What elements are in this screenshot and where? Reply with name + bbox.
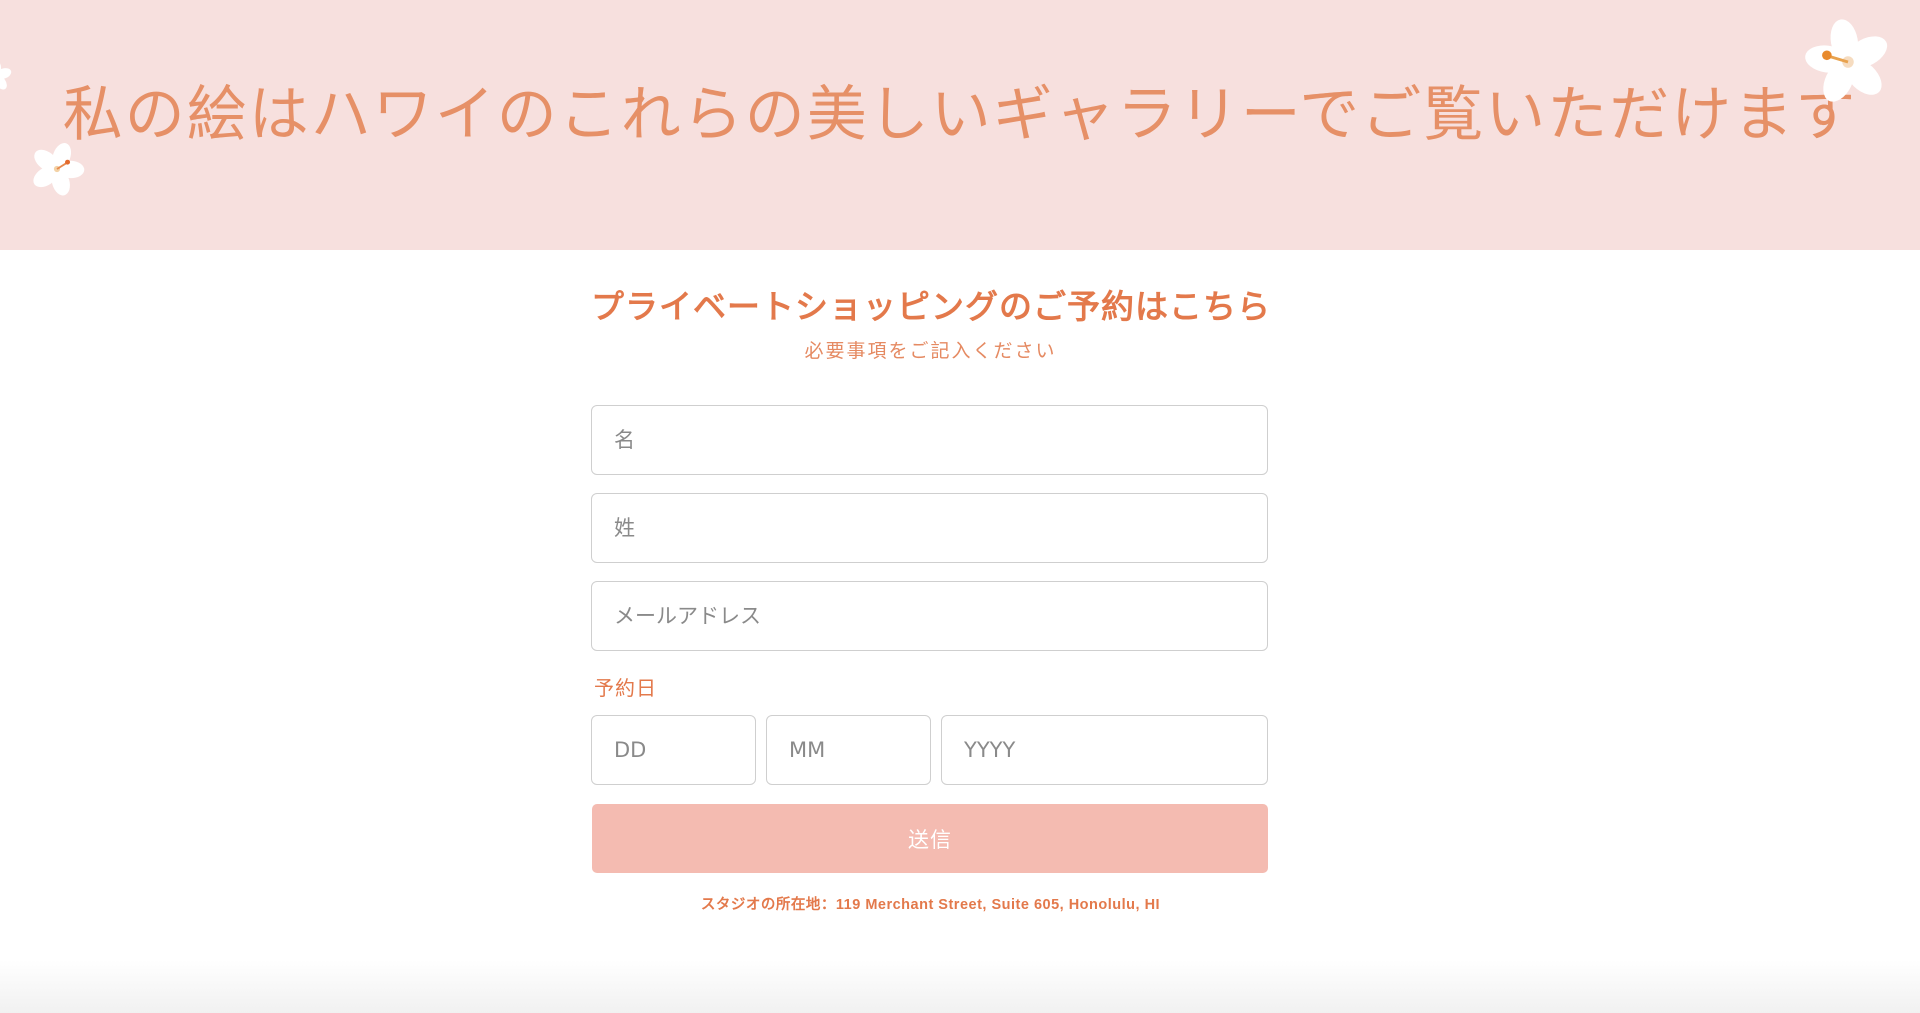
studio-address: スタジオの所在地：119 Merchant Street, Suite 605,… bbox=[700, 897, 1161, 913]
reservation-form: プライベートショッピングのご予約はこちら 必要事項をご記入ください 予約日 送信… bbox=[591, 280, 1271, 913]
flower-icon bbox=[33, 143, 85, 196]
reservation-date-label: 予約日 bbox=[594, 676, 657, 700]
form-subheading: 必要事項をご記入ください bbox=[804, 340, 1057, 362]
banner-title: 私の絵はハワイのこれらの美しいギャラリーでご覧いただけます bbox=[62, 80, 1858, 150]
flower-icon bbox=[1805, 19, 1888, 102]
hero-banner: 私の絵はハワイのこれらの美しいギャラリーでご覧いただけます bbox=[0, 0, 1920, 250]
submit-button[interactable]: 送信 bbox=[592, 804, 1268, 873]
last-name-input[interactable] bbox=[591, 493, 1268, 563]
page-bottom-shadow bbox=[0, 960, 1920, 1013]
month-input[interactable] bbox=[766, 715, 931, 785]
year-input[interactable] bbox=[941, 715, 1268, 785]
form-heading: プライベートショッピングのご予約はこちら bbox=[591, 287, 1271, 326]
email-input[interactable] bbox=[591, 581, 1268, 651]
first-name-input[interactable] bbox=[591, 405, 1268, 475]
day-input[interactable] bbox=[591, 715, 756, 785]
